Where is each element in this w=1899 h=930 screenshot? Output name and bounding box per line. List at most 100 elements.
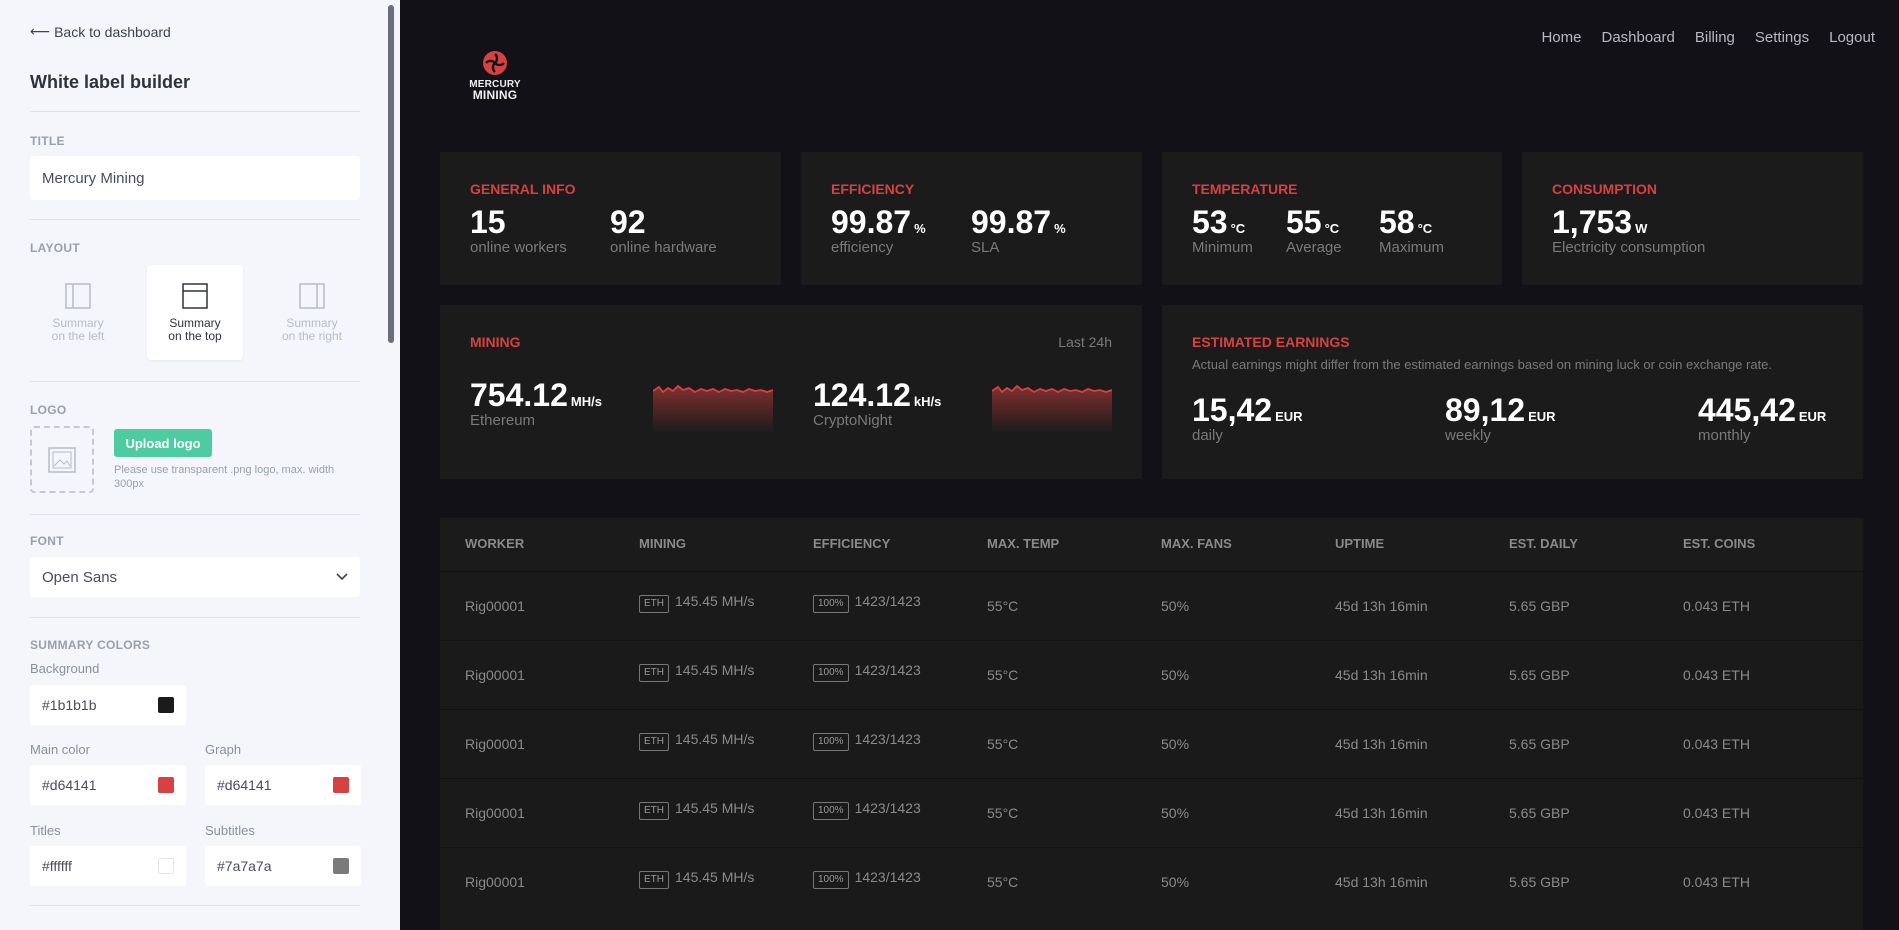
color-swatch [158,697,174,713]
nav-settings[interactable]: Settings [1755,29,1809,46]
column-header[interactable]: EST. DAILY [1509,536,1578,551]
worker-name[interactable]: Rig00001 [465,667,525,683]
est-daily-cell: 5.65 GBP [1509,667,1570,683]
layout-option-summary-right[interactable]: Summary on the right [264,265,360,360]
est-daily-cell: 5.65 GBP [1509,805,1570,821]
chevron-down-icon [336,573,348,581]
temperature-card: TEMPERATURE 53 °C Minimum 55 °C Average 58… [1162,152,1502,285]
mining-cell: ETH 145.45 MH/s [639,662,754,682]
background-color-label: Background [30,661,100,676]
background-color-input[interactable]: #1b1b1b [30,685,186,725]
est-daily-cell: 5.65 GBP [1509,736,1570,752]
layout-option-summary-top[interactable]: Summary on the top [147,265,243,360]
column-header[interactable]: UPTIME [1335,536,1384,551]
max-fans-cell: 50% [1161,805,1190,821]
coin-badge: ETH [639,595,669,613]
coin-badge: ETH [639,733,669,751]
max-fans-cell: 50% [1161,736,1190,752]
title-input[interactable]: Mercury Mining [30,156,360,200]
nav-home[interactable]: Home [1541,29,1581,46]
column-header[interactable]: WORKER [465,536,524,551]
worker-name[interactable]: Rig00001 [465,736,525,752]
earnings-weekly-stat: 89,12 EUR weekly [1445,392,1556,444]
mining-cell: ETH 145.45 MH/s [639,800,754,820]
layout-option-summary-left[interactable]: Summary on the left [30,265,126,360]
coin-badge: ETH [639,664,669,682]
cryptonight-sparkline [992,384,1112,433]
main-color-label: Main color [30,742,90,757]
column-header[interactable]: EST. COINS [1683,536,1755,551]
builder-sidebar: ⟵ Back to dashboard White label builder … [0,0,400,930]
mining-cell: ETH 145.45 MH/s [639,869,754,889]
graph-color-label: Graph [205,742,242,757]
sidebar-scrollbar[interactable] [388,5,394,343]
arrow-left-icon: ⟵ [30,23,51,39]
table-row[interactable]: Rig00001 ETH 145.45 MH/s 100% 1423/1423 55°C 5… [440,778,1863,847]
efficiency-cell: 100% 1423/1423 [813,869,921,889]
divider [30,381,360,382]
table-row[interactable]: Rig00001 ETH 145.45 MH/s 100% 1423/1423 55°C 5… [440,847,1863,916]
coin-badge: ETH [639,802,669,820]
table-row[interactable]: Rig00001 ETH 145.45 MH/s 100% 1423/1423 55°C 5… [440,640,1863,709]
consumption-stat: 1,753 W Electricity consumption [1552,204,1706,256]
est-coins-cell: 0.043 ETH [1683,874,1750,890]
builder-title: White label builder [30,72,191,92]
subtitles-color-input[interactable]: #7a7a7a [205,846,361,886]
color-swatch [158,777,174,793]
efficiency-cell: 100% 1423/1423 [813,731,921,751]
font-select[interactable]: Open Sans [30,557,360,597]
column-header[interactable]: EFFICIENCY [813,536,890,551]
logo-hint: Please use transparent .png logo, max. w… [114,464,335,490]
color-swatch [158,858,174,874]
table-row[interactable]: Rig00001 ETH 145.45 MH/s 100% 1423/1423 55°C 5… [440,571,1863,640]
max-fans-cell: 50% [1161,667,1190,683]
est-daily-cell: 5.65 GBP [1509,874,1570,890]
est-coins-cell: 0.043 ETH [1683,805,1750,821]
worker-name[interactable]: Rig00001 [465,874,525,890]
upload-logo-button[interactable]: Upload logo [114,429,212,457]
subtitles-color-label: Subtitles [205,823,255,838]
earnings-note: Actual earnings might differ from the es… [1192,357,1773,372]
mining-cell: ETH 145.45 MH/s [639,731,754,751]
efficiency-card: EFFICIENCY 99.87% efficiency 99.87% SLA [801,152,1142,285]
est-daily-cell: 5.65 GBP [1509,598,1570,614]
mining-card: MINING Last 24h 754.12 MH/s Ethereum 124.… [440,305,1142,479]
logo-section-label: LOGO [30,403,67,417]
max-fans-cell: 50% [1161,598,1190,614]
efficiency-cell: 100% 1423/1423 [813,662,921,682]
divider [30,111,360,112]
summary-colors-label: SUMMARY COLORS [30,638,151,652]
nav-logout[interactable]: Logout [1829,29,1875,46]
nav-billing[interactable]: Billing [1695,29,1735,46]
temp-avg-stat: 55 °C Average [1286,204,1342,256]
coin-badge: ETH [639,871,669,889]
worker-name[interactable]: Rig00001 [465,805,525,821]
table-row[interactable]: Rig00001 ETH 145.45 MH/s 100% 1423/1423 55°C 5… [440,709,1863,778]
cryptonight-hashrate-stat: 124.12 kH/s CryptoNight [813,377,942,429]
worker-name[interactable]: Rig00001 [465,598,525,614]
color-swatch [333,777,349,793]
efficiency-stat: 99.87% efficiency [831,204,926,256]
layout-right-icon [299,283,325,309]
max-temp-cell: 55°C [987,805,1019,821]
main-color-input[interactable]: #d64141 [30,765,186,805]
top-navigation: Home Dashboard Billing Settings Logout [1541,29,1875,46]
logo-placeholder[interactable] [30,426,94,493]
online-hardware-stat: 92 online hardware [610,204,717,256]
general-info-card: GENERAL INFO 15 online workers 92 online… [440,152,781,285]
column-header[interactable]: MINING [639,536,686,551]
color-swatch [333,858,349,874]
back-to-dashboard-link[interactable]: ⟵ Back to dashboard [30,23,171,40]
efficiency-badge: 100% [813,664,849,682]
nav-dashboard[interactable]: Dashboard [1601,29,1674,46]
column-header[interactable]: MAX. TEMP [987,536,1059,551]
divider [30,905,360,906]
max-temp-cell: 55°C [987,667,1019,683]
layout-top-icon [182,283,208,309]
graph-color-input[interactable]: #d64141 [205,765,361,805]
divider [30,617,360,618]
est-coins-cell: 0.043 ETH [1683,667,1750,683]
max-temp-cell: 55°C [987,874,1019,890]
column-header[interactable]: MAX. FANS [1161,536,1232,551]
titles-color-input[interactable]: #ffffff [30,846,186,886]
